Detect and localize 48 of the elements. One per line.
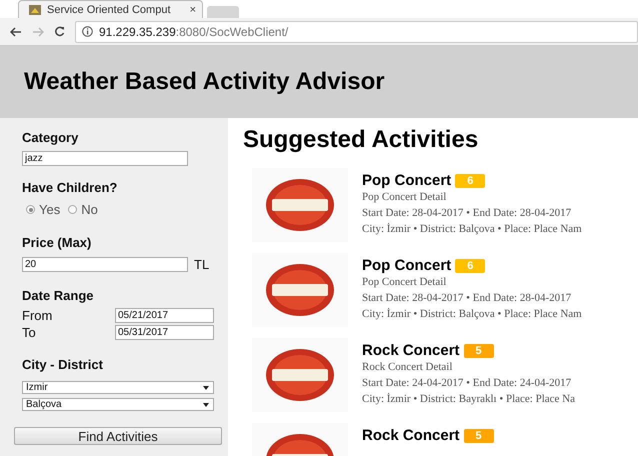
app-title: Weather Based Activity Advisor bbox=[24, 68, 385, 96]
score-badge: 6 bbox=[455, 258, 486, 272]
activity-dates: Start Date: 24-04-2017 • End Date: 24-04-2017 bbox=[362, 376, 572, 391]
activity-detail: Rock Concert Detail bbox=[362, 360, 454, 375]
favicon-icon bbox=[29, 4, 41, 14]
radio-button[interactable] bbox=[68, 205, 78, 214]
find-activities-button[interactable]: Find Activities bbox=[14, 427, 222, 445]
back-icon[interactable] bbox=[10, 26, 22, 36]
activity-location: City: İzmir • District: Balçova • Place: Place Nam bbox=[362, 222, 582, 237]
address-bar[interactable]: 91.229.35.239:8080/SocWebClient/ bbox=[75, 20, 638, 42]
dropdown-arrow-icon bbox=[203, 386, 209, 390]
date-range-label: Date Range bbox=[22, 288, 95, 304]
activity-title[interactable]: Pop Concert bbox=[362, 257, 452, 274]
activity-title[interactable]: Rock Concert bbox=[362, 427, 460, 444]
city-dropdown[interactable]: Izmir bbox=[22, 381, 214, 394]
radio-button[interactable] bbox=[26, 205, 35, 214]
activity-dates: Start Date: 28-04-2017 • End Date: 28-04-2017 bbox=[362, 206, 572, 221]
browser-tab[interactable]: Service Oriented Comput × bbox=[18, 0, 203, 18]
dropdown-arrow-icon bbox=[203, 402, 209, 406]
radio-label: Yes bbox=[39, 202, 60, 217]
info-icon bbox=[82, 26, 93, 37]
activity-dates: Start Date: 28-04-2017 • End Date: 28-04-2017 bbox=[362, 291, 572, 306]
score-badge: 5 bbox=[464, 344, 494, 358]
score-badge: 6 bbox=[455, 174, 486, 188]
currency-label: TL bbox=[194, 257, 210, 272]
activity-detail: Pop Concert Detail bbox=[362, 275, 448, 290]
reload-icon[interactable] bbox=[54, 26, 65, 37]
district-dropdown[interactable]: Balçova bbox=[22, 398, 214, 411]
score-badge: 5 bbox=[464, 428, 494, 442]
price-field[interactable]: 20 bbox=[22, 257, 188, 272]
category-label: Category bbox=[22, 130, 80, 146]
city-district-label: City - District bbox=[22, 357, 104, 373]
to-date-field[interactable]: 05/31/2017 bbox=[115, 325, 214, 340]
to-label: To bbox=[22, 325, 36, 340]
radio-label: No bbox=[81, 202, 98, 217]
activity-location: City: İzmir • District: Balçova • Place: Place Nam bbox=[362, 307, 582, 322]
from-label: From bbox=[22, 308, 52, 323]
from-date-field[interactable]: 05/21/2017 bbox=[115, 308, 214, 323]
close-tab-button[interactable]: × bbox=[190, 4, 196, 16]
forward-icon[interactable] bbox=[32, 26, 44, 36]
price-label: Price (Max) bbox=[22, 235, 92, 251]
activity-location: City: İzmir • District: Bayraklı • Place: Place Na bbox=[362, 392, 575, 407]
activity-title[interactable]: Rock Concert bbox=[362, 342, 460, 359]
section-title: Suggested Activities bbox=[243, 126, 480, 154]
activity-title[interactable]: Pop Concert bbox=[362, 172, 452, 189]
activity-detail: Pop Concert Detail bbox=[362, 190, 448, 205]
children-label: Have Children? bbox=[22, 180, 118, 196]
category-field[interactable]: jazz bbox=[22, 151, 188, 166]
